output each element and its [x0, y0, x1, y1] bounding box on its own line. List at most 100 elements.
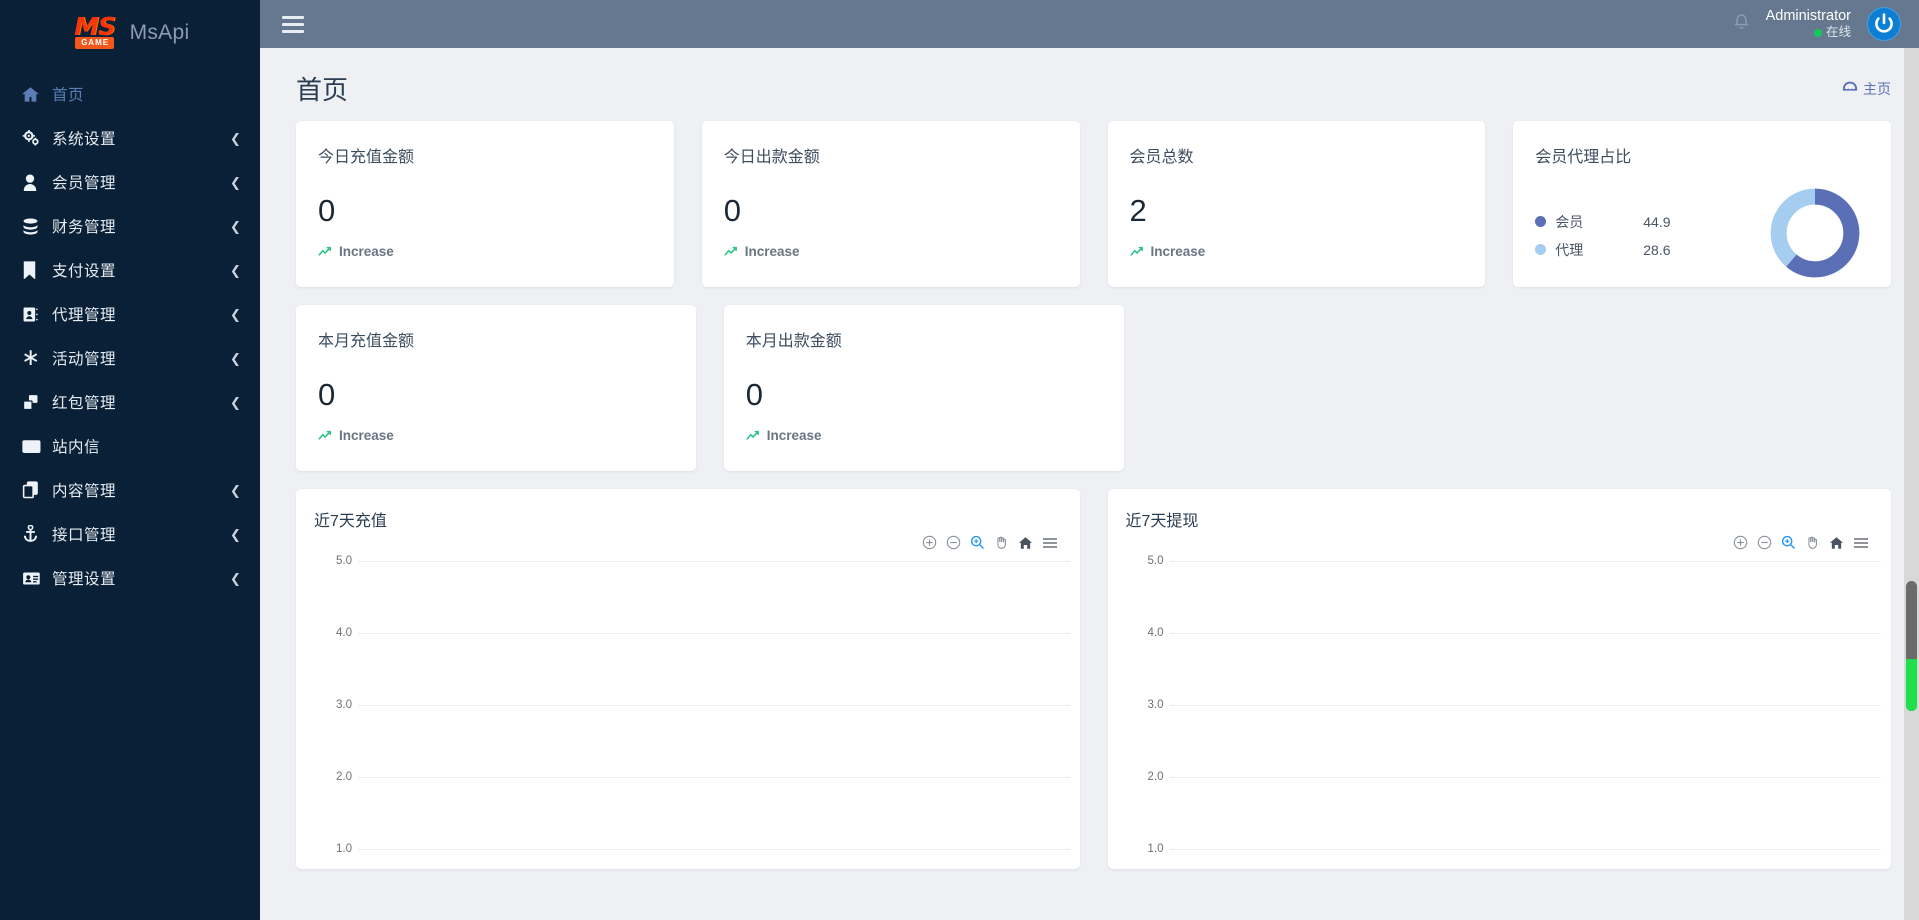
hamburger-bar	[282, 22, 304, 26]
home-reset-icon[interactable]	[1018, 536, 1033, 550]
zoom-in-icon[interactable]	[1733, 535, 1748, 550]
gridline	[358, 777, 1070, 778]
zoom-out-icon[interactable]	[946, 535, 961, 550]
trend-up-icon	[1129, 246, 1144, 257]
pan-hand-icon[interactable]	[994, 535, 1009, 550]
donut-legend: 会员 44.9 代理 28.6	[1535, 208, 1767, 264]
envelope-icon	[22, 439, 52, 454]
sidebar-item-label: 首页	[52, 87, 85, 104]
gridline	[358, 561, 1070, 562]
sidebar-item-label: 接口管理	[52, 527, 117, 544]
stat-footer: Increase	[746, 428, 822, 443]
donut-chart-body: 会员 44.9 代理 28.6	[1535, 185, 1869, 286]
legend-value: 28.6	[1643, 241, 1671, 258]
sidebar-item-label: 财务管理	[52, 219, 117, 236]
gridline	[1169, 633, 1881, 634]
avatar[interactable]	[1867, 7, 1901, 41]
gridline	[1169, 849, 1881, 850]
stat-title: 今日出款金额	[723, 149, 820, 166]
chevron-left-icon: ❮	[230, 262, 241, 278]
sidebar-menu: 首页 系统设置 ❮ 会员管理 ❮ 财务管理 ❮ 支付设置 ❮ 代理管理 ❮ 活动…	[0, 72, 260, 600]
trend-up-icon	[318, 430, 332, 441]
sidebar-item-interface-management[interactable]: 接口管理 ❮	[0, 512, 260, 556]
user-status: 在线	[1766, 25, 1851, 41]
chart-menu-icon[interactable]	[1042, 537, 1058, 549]
legend-swatch-member	[1535, 216, 1547, 227]
sidebar-item-agent-management[interactable]: 代理管理 ❮	[0, 292, 260, 336]
sidebar-item-label: 系统设置	[52, 131, 117, 148]
stat-title: 本月充值金额	[318, 333, 415, 350]
pan-hand-icon[interactable]	[1805, 535, 1820, 550]
sidebar-item-member-management[interactable]: 会员管理 ❮	[0, 160, 260, 204]
chart-card-recent7-withdraw: 近7天提现 5.0 4.0 3.0 2.0 1.0	[1107, 489, 1892, 869]
chevron-left-icon: ❮	[230, 306, 241, 322]
selection-zoom-icon[interactable]	[970, 535, 985, 550]
legend-item[interactable]: 会员 44.9	[1535, 208, 1767, 236]
clone-squares-icon	[22, 394, 52, 411]
hamburger-bar	[282, 29, 304, 33]
stat-value: 0	[318, 193, 336, 228]
gridline	[358, 849, 1070, 850]
chart-menu-icon[interactable]	[1853, 537, 1869, 549]
main-area: Administrator 在线 首页 主页 今日充值金额 0 Increase…	[260, 0, 1919, 920]
online-dot-icon	[1813, 29, 1822, 38]
stat-footer: Increase	[724, 244, 800, 259]
stat-footer-label: Increase	[339, 244, 394, 259]
chart-plot-area[interactable]: 5.0 4.0 3.0 2.0 1.0	[1108, 555, 1892, 861]
sidebar-item-content-management[interactable]: 内容管理 ❮	[0, 468, 260, 512]
chevron-left-icon: ❮	[230, 218, 241, 234]
gears-icon	[22, 130, 52, 146]
gridline	[1169, 705, 1881, 706]
brand-logo-area[interactable]: MS GAME MsApi	[0, 0, 260, 58]
chart-title: 近7天充值	[314, 513, 387, 530]
chart-row: 近7天充值 5.0 4.0 3.0 2.0 1.0 近7天提现 5.0 4.0 …	[296, 489, 1891, 869]
y-axis-tick: 5.0	[336, 555, 352, 567]
stat-value: 0	[745, 377, 763, 412]
chevron-left-icon: ❮	[230, 482, 241, 498]
y-axis-tick: 3.0	[336, 699, 352, 711]
sidebar-item-label: 红包管理	[52, 395, 117, 412]
breadcrumb[interactable]: 主页	[1842, 79, 1891, 99]
chart-plot-area[interactable]: 5.0 4.0 3.0 2.0 1.0	[296, 555, 1080, 861]
database-icon	[22, 218, 52, 235]
legend-item[interactable]: 代理 28.6	[1535, 236, 1767, 264]
selection-zoom-icon[interactable]	[1781, 535, 1796, 550]
home-icon	[22, 86, 52, 102]
sidebar-item-site-message[interactable]: 站内信	[0, 424, 260, 468]
sidebar-item-label: 内容管理	[52, 483, 117, 500]
sidebar-item-label: 活动管理	[52, 351, 117, 368]
trend-up-icon	[724, 246, 738, 257]
y-axis-tick: 2.0	[1147, 771, 1164, 783]
user-icon	[22, 173, 52, 191]
brand-name: MsApi	[129, 21, 190, 44]
breadcrumb-label: 主页	[1863, 80, 1891, 97]
topbar-right-group: Administrator 在线	[1733, 7, 1901, 41]
chevron-left-icon: ❮	[230, 394, 241, 410]
scrollbar-thumb[interactable]	[1906, 581, 1917, 711]
user-info[interactable]: Administrator 在线	[1766, 7, 1851, 41]
donut-graphic[interactable]	[1767, 185, 1869, 286]
sidebar-item-system-settings[interactable]: 系统设置 ❮	[0, 116, 260, 160]
sidebar-item-activity-management[interactable]: 活动管理 ❮	[0, 336, 260, 380]
sidebar-item-finance-management[interactable]: 财务管理 ❮	[0, 204, 260, 248]
sidebar-item-payment-settings[interactable]: 支付设置 ❮	[0, 248, 260, 292]
sidebar-item-home[interactable]: 首页	[0, 72, 260, 116]
sidebar-item-label: 会员管理	[52, 175, 117, 192]
zoom-out-icon[interactable]	[1757, 535, 1772, 550]
hamburger-icon[interactable]	[282, 15, 304, 33]
sidebar-item-label: 管理设置	[52, 571, 117, 588]
dashboard-content: 今日充值金额 0 Increase 今日出款金额 0 Increase 会员总数…	[260, 113, 1919, 869]
member-agent-ratio-card: 会员代理占比 会员 44.9 代理 28.6	[1513, 121, 1891, 287]
bell-icon[interactable]	[1733, 13, 1750, 36]
home-reset-icon[interactable]	[1829, 536, 1844, 550]
empty-grid-cell	[1152, 305, 1508, 471]
sidebar-item-admin-settings[interactable]: 管理设置 ❮	[0, 556, 260, 600]
sidebar-item-redpacket-management[interactable]: 红包管理 ❮	[0, 380, 260, 424]
page-scrollbar[interactable]	[1904, 48, 1919, 920]
y-axis-tick: 1.0	[336, 843, 352, 855]
gridline	[1169, 561, 1881, 562]
y-axis-tick: 4.0	[336, 627, 352, 639]
trend-up-icon	[746, 430, 760, 441]
zoom-in-icon[interactable]	[922, 535, 937, 550]
stat-footer-label: Increase	[766, 428, 822, 443]
